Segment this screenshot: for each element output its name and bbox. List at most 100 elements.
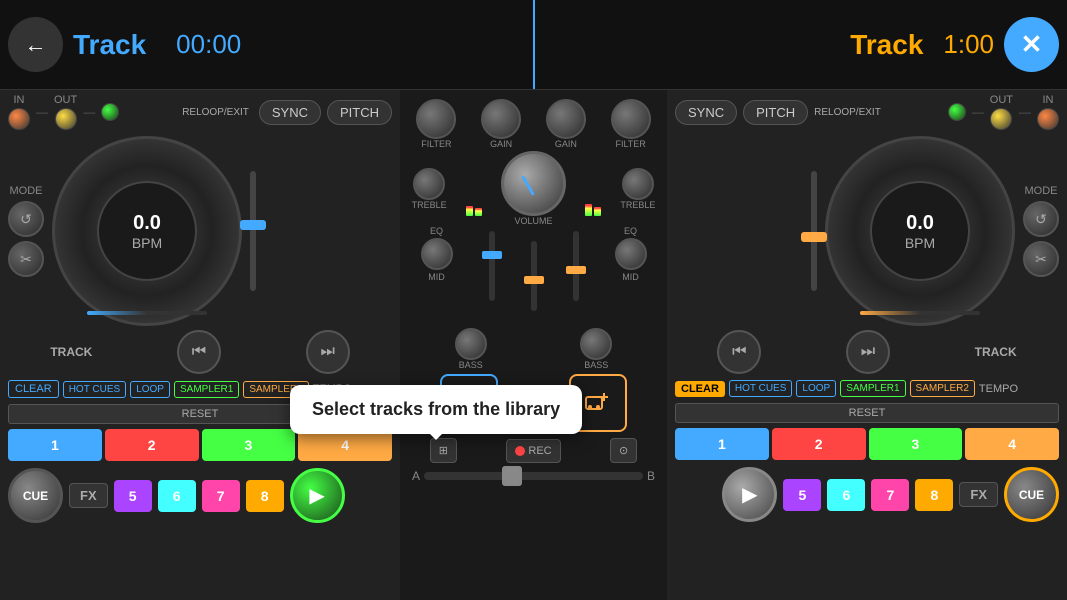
- bass-label-right: BASS: [584, 360, 608, 370]
- in-label-right: IN: [1043, 94, 1054, 106]
- crossfader-handle: [502, 466, 522, 486]
- tooltip: Select tracks from the library: [290, 385, 582, 434]
- mode-btn-1-right[interactable]: ↺: [1023, 201, 1059, 237]
- play-btn-left[interactable]: ▶: [290, 468, 345, 523]
- hc-btn-2-right[interactable]: 2: [772, 428, 866, 460]
- out-label-left: OUT: [54, 94, 77, 106]
- sampler1-tab-right[interactable]: SAMPLER1: [840, 380, 905, 397]
- channel-fader-left[interactable]: [489, 226, 495, 306]
- track-label-sm-right: TRACK: [975, 345, 1017, 359]
- hc-btn-3-right[interactable]: 3: [869, 428, 963, 460]
- hc-btn-6-left[interactable]: 6: [158, 480, 196, 512]
- center-divider: [533, 0, 535, 89]
- vu-left: [466, 161, 482, 216]
- treble-knob-right[interactable]: [622, 168, 654, 200]
- prev-track-btn-left[interactable]: ⏮: [177, 330, 221, 374]
- rec-btn[interactable]: REC: [506, 439, 560, 463]
- hc-btn-7-left[interactable]: 7: [202, 480, 240, 512]
- track-label-sm-left: TRACK: [50, 345, 92, 359]
- target-btn[interactable]: ⊙: [610, 438, 637, 463]
- back-button[interactable]: ←: [8, 17, 63, 72]
- time-left: 00:00: [176, 29, 241, 60]
- sampler1-tab-left[interactable]: SAMPLER1: [174, 381, 239, 398]
- close-button[interactable]: ✕: [1004, 17, 1059, 72]
- sync-btn-left[interactable]: SYNC: [259, 100, 321, 125]
- play-btn-right[interactable]: ▶: [722, 467, 777, 522]
- time-right: 1:00: [943, 29, 994, 60]
- sampler2-tab-right[interactable]: SAMPLER2: [910, 380, 975, 397]
- gain-knob-right[interactable]: [546, 99, 586, 139]
- turntable-left[interactable]: 0.0 BPM: [52, 136, 242, 326]
- hc-btn-5-left[interactable]: 5: [114, 480, 152, 512]
- filter-knob-left[interactable]: [416, 99, 456, 139]
- reloop-label-left: RELOOP/EXIT: [182, 107, 249, 118]
- sync-btn-right[interactable]: SYNC: [675, 100, 737, 125]
- hc-btn-5-right[interactable]: 5: [783, 479, 821, 511]
- mode-label-right: MODE: [1025, 185, 1058, 197]
- fx-btn-right[interactable]: FX: [959, 482, 998, 507]
- out-knob-left[interactable]: [55, 108, 77, 130]
- treble-label-right: TREBLE: [620, 200, 655, 210]
- bpm-value-left: 0.0: [133, 212, 161, 235]
- mode-btn-2-left[interactable]: ✂: [8, 241, 44, 277]
- bpm-label-right: BPM: [905, 235, 935, 251]
- hc-btn-1-left[interactable]: 1: [8, 429, 102, 461]
- hotcues-tab-right[interactable]: HOT CUES: [729, 380, 793, 397]
- loop-tab-right[interactable]: LOOP: [796, 380, 836, 397]
- pitch-btn-left[interactable]: PITCH: [327, 100, 392, 125]
- cue-btn-left[interactable]: CUE: [8, 468, 63, 523]
- pitch-slider-right[interactable]: [811, 161, 817, 301]
- bass-label-left: BASS: [459, 360, 483, 370]
- turntable-inner-right: 0.0 BPM: [870, 181, 970, 281]
- left-deck: IN — OUT — RELOOP/EXIT SYNC PITCH MODE ↺…: [0, 90, 400, 600]
- loop-tab-left[interactable]: LOOP: [130, 381, 170, 398]
- pitch-slider-left[interactable]: [250, 161, 256, 301]
- hotcues-tab-left[interactable]: HOT CUES: [63, 381, 127, 398]
- hc-btn-6-right[interactable]: 6: [827, 479, 865, 511]
- cue-btn-right[interactable]: CUE: [1004, 467, 1059, 522]
- mode-btn-2-right[interactable]: ✂: [1023, 241, 1059, 277]
- turntable-right[interactable]: 0.0 BPM: [825, 136, 1015, 326]
- hc-btn-7-right[interactable]: 7: [871, 479, 909, 511]
- mode-btn-1-left[interactable]: ↺: [8, 201, 44, 237]
- fx-btn-left[interactable]: FX: [69, 483, 108, 508]
- hc-btn-3-left[interactable]: 3: [202, 429, 296, 461]
- hc-btn-2-left[interactable]: 2: [105, 429, 199, 461]
- master-fader[interactable]: [531, 236, 537, 316]
- mid-label-right: MID: [622, 272, 639, 282]
- bass-knob-left[interactable]: [455, 328, 487, 360]
- tooltip-text: Select tracks from the library: [312, 399, 560, 419]
- mixer: FILTER GAIN GAIN FILTER TREBLE: [400, 90, 667, 600]
- out-label-right: OUT: [990, 94, 1013, 106]
- hc-btn-8-right[interactable]: 8: [915, 479, 953, 511]
- hc-btn-4-right[interactable]: 4: [965, 428, 1059, 460]
- next-track-btn-left[interactable]: ⏭: [306, 330, 350, 374]
- hc-grid-right: 1 2 3 4: [667, 425, 1067, 463]
- mid-knob-left[interactable]: [421, 238, 453, 270]
- treble-knob-left[interactable]: [413, 168, 445, 200]
- prev-track-btn-right[interactable]: ⏮: [717, 330, 761, 374]
- clear-btn-right[interactable]: CLEAR: [675, 381, 725, 397]
- in-knob-left[interactable]: [8, 108, 30, 130]
- filter-knob-right[interactable]: [611, 99, 651, 139]
- gain-knob-left[interactable]: [481, 99, 521, 139]
- waveform-right: [860, 311, 980, 315]
- hc-btn-8-left[interactable]: 8: [246, 480, 284, 512]
- bpm-value-right: 0.0: [906, 212, 934, 235]
- track-label-right: Track: [850, 29, 923, 61]
- volume-needle: [521, 175, 535, 196]
- bass-knob-right[interactable]: [580, 328, 612, 360]
- gain-label-right: GAIN: [555, 139, 577, 149]
- in-knob-right[interactable]: [1037, 108, 1059, 130]
- next-track-btn-right[interactable]: ⏭: [846, 330, 890, 374]
- volume-knob[interactable]: [501, 151, 566, 216]
- clear-btn-left[interactable]: CLEAR: [8, 380, 59, 398]
- pitch-btn-right[interactable]: PITCH: [743, 100, 808, 125]
- crossfader[interactable]: [424, 472, 643, 480]
- track-label-left: Track: [73, 29, 146, 61]
- hc-btn-1-right[interactable]: 1: [675, 428, 769, 460]
- mid-knob-right[interactable]: [615, 238, 647, 270]
- reset-btn-right[interactable]: RESET: [675, 403, 1059, 423]
- channel-fader-right[interactable]: [573, 226, 579, 306]
- out-knob-right[interactable]: [990, 108, 1012, 130]
